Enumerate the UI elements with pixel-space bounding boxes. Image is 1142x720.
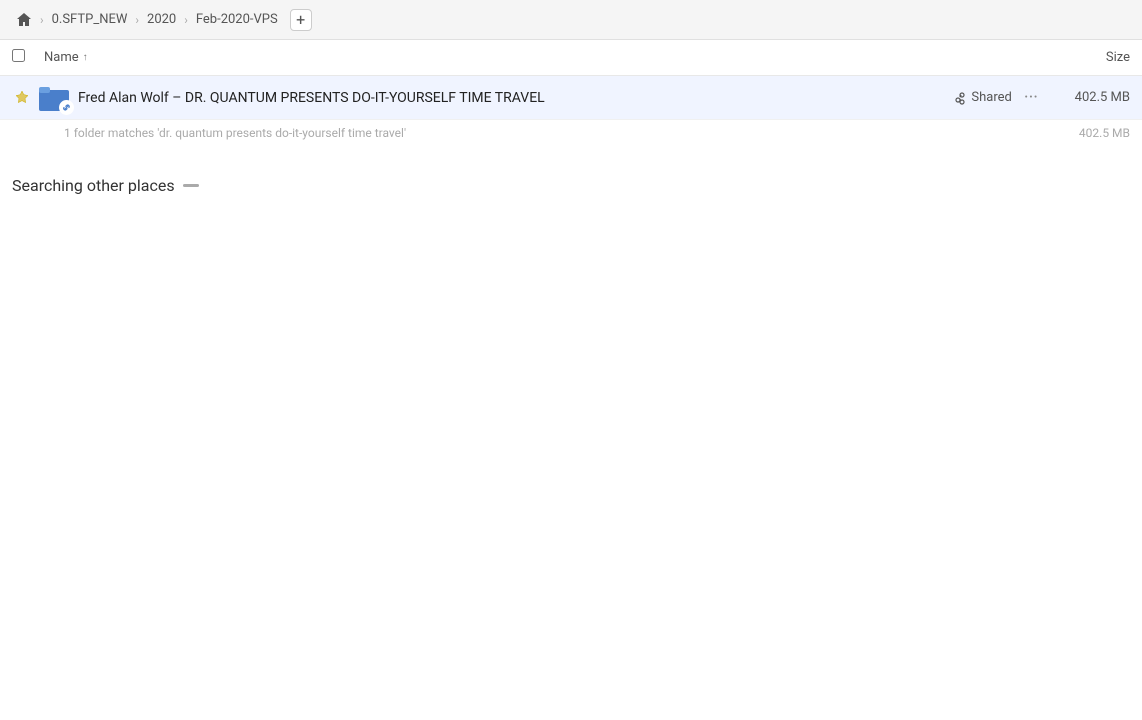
column-header-row: Name ↑ Size	[0, 40, 1142, 76]
home-button[interactable]	[12, 10, 36, 30]
more-dots-icon: ···	[1024, 87, 1038, 108]
breadcrumb-item-2020[interactable]: 2020	[143, 10, 180, 29]
select-all-checkbox[interactable]	[12, 49, 36, 66]
name-column-header[interactable]: Name ↑	[44, 50, 1050, 65]
breadcrumb-item-sftp[interactable]: 0.SFTP_NEW	[48, 10, 132, 29]
shared-badge: Shared	[953, 90, 1011, 105]
checkbox-all[interactable]	[12, 49, 25, 62]
searching-label: Searching other places	[12, 176, 175, 195]
breadcrumb-item-feb[interactable]: Feb-2020-VPS	[192, 10, 282, 29]
file-name: Fred Alan Wolf – DR. QUANTUM PRESENTS DO…	[78, 90, 953, 106]
size-column-header: Size	[1050, 50, 1130, 65]
star-icon[interactable]	[12, 90, 32, 106]
searching-section: Searching other places	[0, 146, 1142, 207]
separator-1: ›	[40, 13, 44, 27]
shared-label: Shared	[971, 90, 1011, 105]
link-icon	[59, 100, 74, 115]
breadcrumb: › 0.SFTP_NEW › 2020 › Feb-2020-VPS +	[12, 9, 312, 31]
summary-text: 1 folder matches 'dr. quantum presents d…	[64, 126, 406, 140]
file-size: 402.5 MB	[1050, 90, 1130, 105]
sort-arrow-icon: ↑	[83, 52, 88, 63]
file-row[interactable]: Fred Alan Wolf – DR. QUANTUM PRESENTS DO…	[0, 76, 1142, 120]
header-breadcrumb: › 0.SFTP_NEW › 2020 › Feb-2020-VPS +	[0, 0, 1142, 40]
more-menu-button[interactable]: ···	[1024, 87, 1038, 108]
summary-size: 402.5 MB	[1079, 126, 1130, 140]
separator-2: ›	[135, 13, 139, 27]
searching-title: Searching other places	[12, 176, 1130, 195]
summary-line: 1 folder matches 'dr. quantum presents d…	[0, 120, 1142, 146]
loading-indicator	[183, 184, 199, 187]
folder-icon-wrap	[38, 82, 70, 114]
separator-3: ›	[184, 13, 188, 27]
name-label: Name	[44, 50, 79, 65]
add-breadcrumb-button[interactable]: +	[290, 9, 312, 31]
